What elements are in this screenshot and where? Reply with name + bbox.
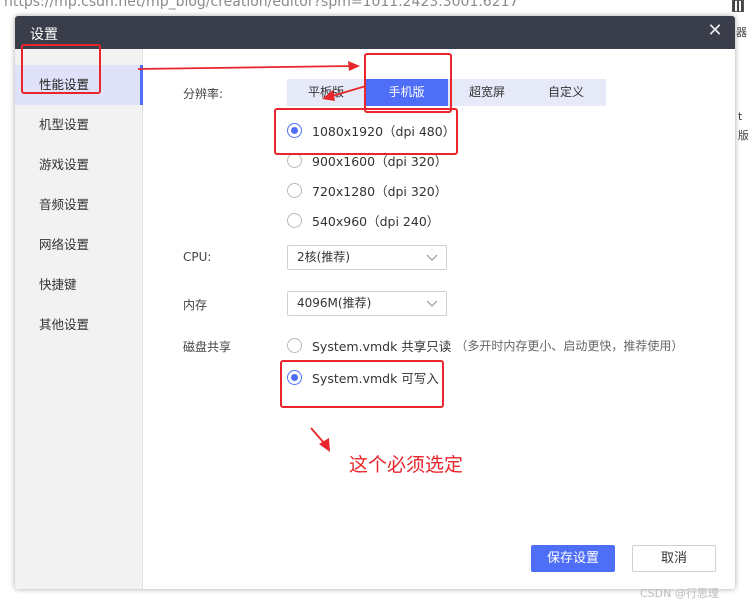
sidebar-item-other[interactable]: 其他设置 <box>15 305 143 345</box>
dialog-title: 设置 <box>30 27 58 43</box>
chevron-down-icon <box>426 300 438 307</box>
resolution-tabs: 平板版 手机版 超宽屏 自定义 <box>287 79 606 106</box>
cpu-select[interactable]: 2核(推荐) <box>287 245 447 270</box>
radio-icon <box>287 212 302 228</box>
background-text: t <box>738 110 743 123</box>
disk-share-option-label: System.vmdk 可写入 <box>312 370 439 386</box>
disk-share-label: 磁盘共享 <box>183 340 232 354</box>
radio-icon <box>287 182 302 198</box>
sidebar-item-device-model[interactable]: 机型设置 <box>15 105 143 145</box>
memory-select-value: 4096M(推荐) <box>297 296 372 310</box>
background-url-bar: https://mp.csdn.net/mp_blog/creation/edi… <box>0 0 748 14</box>
resolution-option-label: 1080x1920（dpi 480） <box>312 123 456 139</box>
resolution-label: 分辨率: <box>183 87 224 101</box>
annotation-note: 这个必须选定 <box>349 454 464 476</box>
radio-icon <box>287 152 302 168</box>
tab-custom[interactable]: 自定义 <box>526 79 606 106</box>
resolution-option[interactable]: 720x1280（dpi 320） <box>287 180 447 200</box>
disk-share-option-label: System.vmdk 共享只读 <box>312 338 452 354</box>
radio-checked-icon <box>287 122 302 138</box>
memory-select[interactable]: 4096M(推荐) <box>287 291 447 316</box>
sidebar-item-network[interactable]: 网络设置 <box>15 225 143 265</box>
dialog-titlebar: 设置 ✕ <box>15 16 735 49</box>
disk-share-option[interactable]: System.vmdk 可写入 <box>287 367 439 387</box>
resolution-option[interactable]: 900x1600（dpi 320） <box>287 150 447 170</box>
resolution-option-label: 720x1280（dpi 320） <box>312 183 448 199</box>
resolution-option-label: 540x960（dpi 240） <box>312 213 440 229</box>
cpu-label: CPU: <box>183 250 212 264</box>
disk-share-option[interactable]: System.vmdk 共享只读 （多开时内存更小、启动更快，推荐使用） <box>287 335 683 355</box>
settings-sidebar: 性能设置 机型设置 游戏设置 音频设置 网络设置 快捷键 其他设置 <box>15 49 143 589</box>
disk-share-option-hint: （多开时内存更小、启动更快，推荐使用） <box>455 338 684 353</box>
background-url-text: https://mp.csdn.net/mp_blog/creation/edi… <box>4 0 519 10</box>
sidebar-item-performance[interactable]: 性能设置 <box>15 65 143 105</box>
background-text: 版 <box>738 129 748 142</box>
tab-phone[interactable]: 手机版 <box>365 79 448 106</box>
background-text: 器 <box>736 26 747 39</box>
close-icon[interactable]: ✕ <box>705 21 725 41</box>
resolution-option[interactable]: 540x960（dpi 240） <box>287 210 439 230</box>
cancel-button[interactable]: 取消 <box>632 545 716 572</box>
memory-label: 内存 <box>183 298 208 312</box>
chevron-down-icon <box>426 254 438 261</box>
sidebar-item-shortcuts[interactable]: 快捷键 <box>15 265 143 305</box>
watermark: CSDN @行思理 <box>640 587 719 600</box>
settings-content: 分辨率: 平板版 手机版 超宽屏 自定义 1080x1920（dpi 480） … <box>143 49 735 589</box>
tab-ultrawide[interactable]: 超宽屏 <box>448 79 526 106</box>
qr-code-icon <box>732 0 744 12</box>
resolution-option-label: 900x1600（dpi 320） <box>312 153 448 169</box>
radio-checked-icon <box>287 369 302 385</box>
save-button[interactable]: 保存设置 <box>531 545 615 572</box>
cpu-select-value: 2核(推荐) <box>297 250 350 264</box>
radio-icon <box>287 337 302 353</box>
settings-dialog: 设置 ✕ 性能设置 机型设置 游戏设置 音频设置 网络设置 快捷键 其他设置 分… <box>15 16 735 589</box>
resolution-option[interactable]: 1080x1920（dpi 480） <box>287 120 455 140</box>
sidebar-item-audio[interactable]: 音频设置 <box>15 185 143 225</box>
tab-tablet[interactable]: 平板版 <box>287 79 365 106</box>
sidebar-item-game[interactable]: 游戏设置 <box>15 145 143 185</box>
